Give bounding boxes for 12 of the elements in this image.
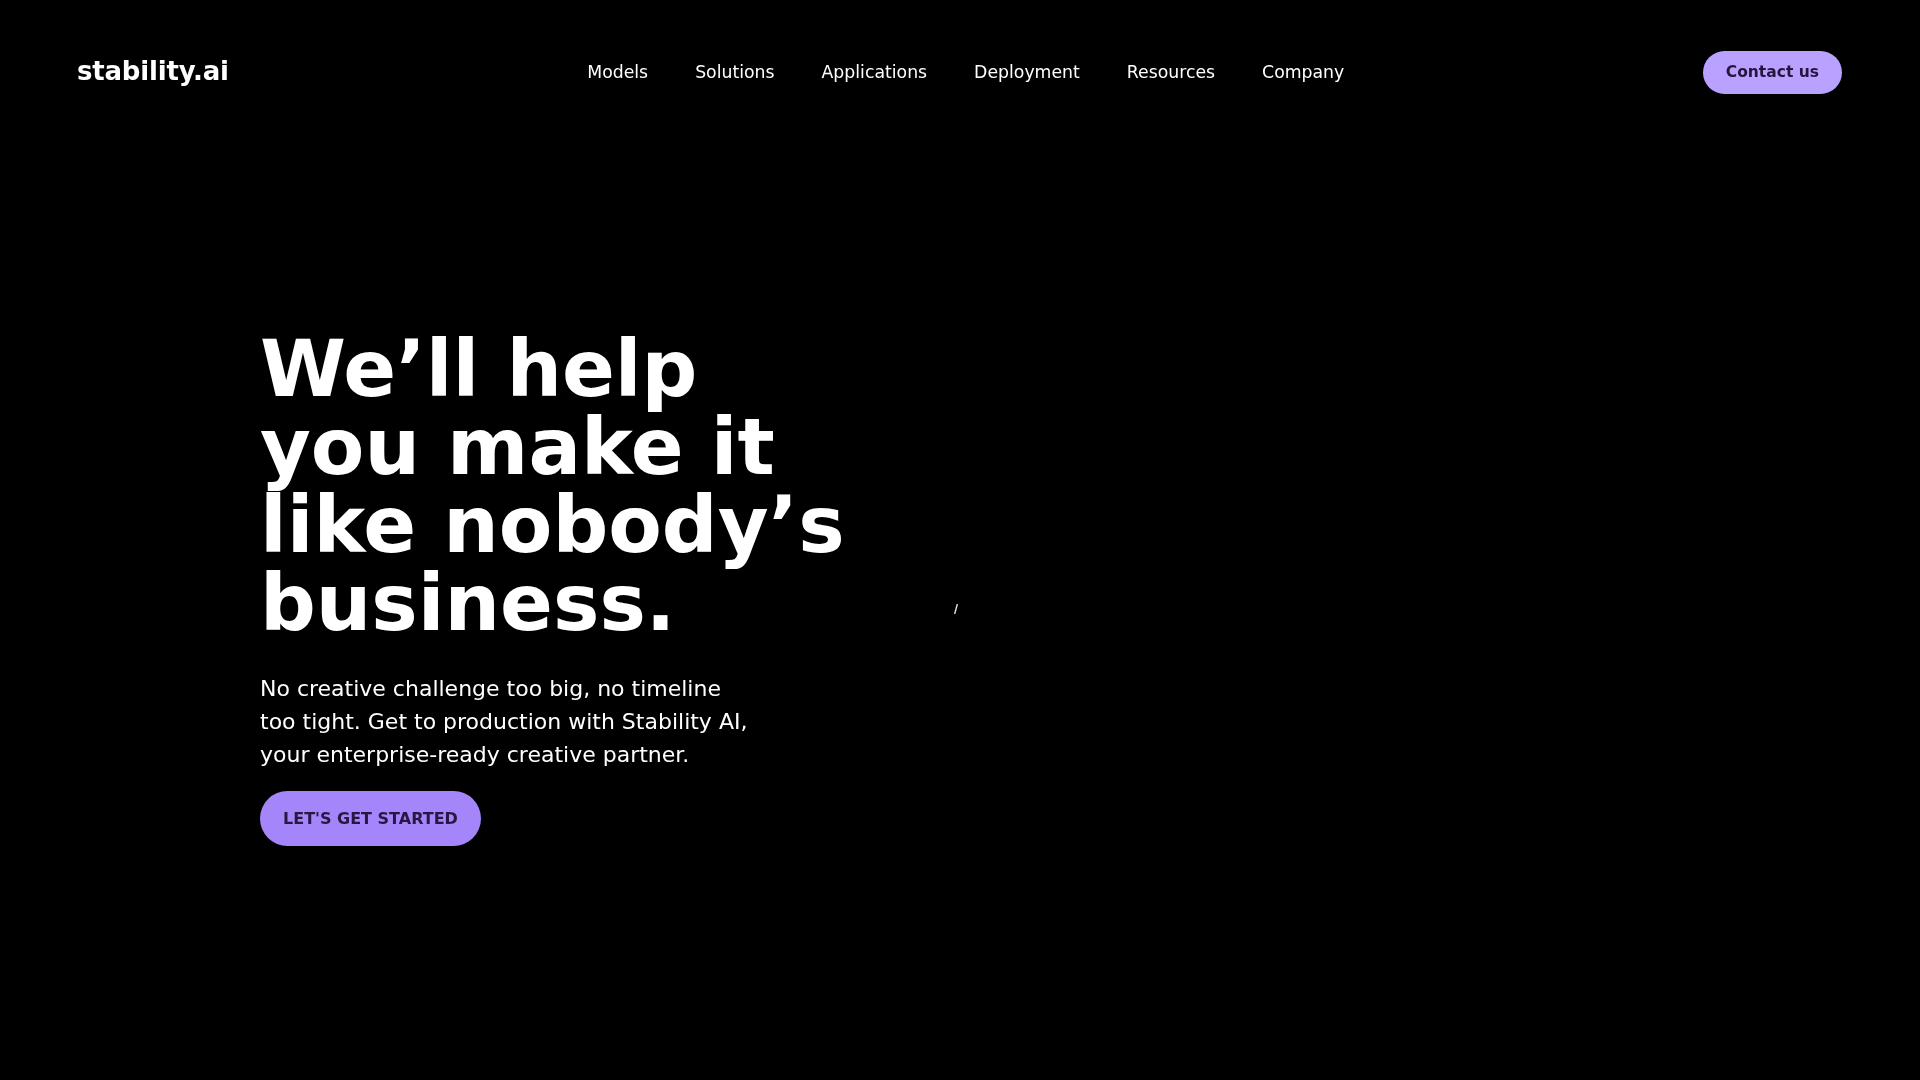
nav-link[interactable]: Models: [587, 60, 649, 84]
nav-link[interactable]: Deployment: [974, 60, 1080, 84]
nav-link[interactable]: Applications: [821, 60, 928, 84]
nav-link[interactable]: Company: [1262, 60, 1345, 84]
hero-description: No creative challenge too big, no timeline too tight. Get to production with Stability AI, your enterprise-ready creative partner.: [260, 675, 749, 769]
nav-link[interactable]: Resources: [1126, 60, 1216, 84]
contact-button[interactable]: Contact us: [1702, 50, 1842, 94]
hero-headline: We’ll help you make it like nobody’s business.: [260, 330, 846, 642]
site-logo[interactable]: stability.ai: [77, 57, 229, 87]
slash-icon: [954, 604, 958, 614]
nav-link[interactable]: Solutions: [695, 60, 775, 84]
get-started-button[interactable]: LET'S GET STARTED: [260, 791, 481, 846]
